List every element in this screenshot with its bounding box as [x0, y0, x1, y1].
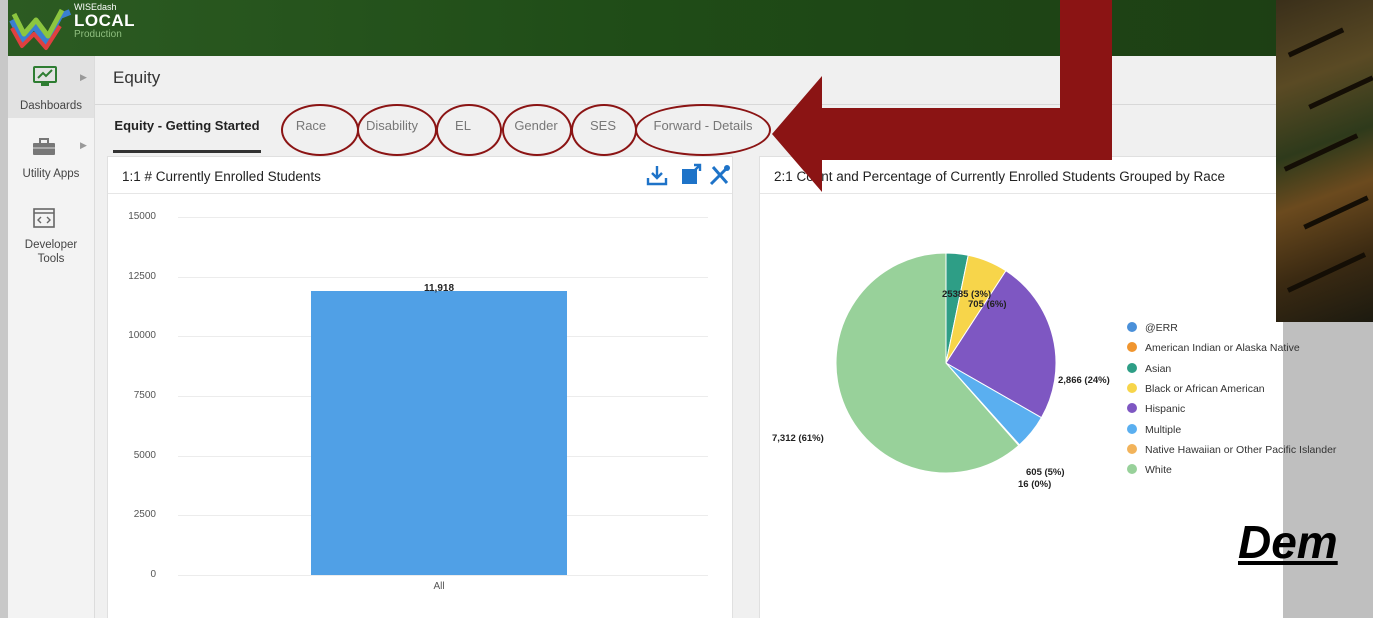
bar[interactable] — [311, 290, 567, 575]
legend-label: Native Hawaiian or Other Pacific Islande… — [1145, 443, 1337, 456]
y-tick-label: 2500 — [133, 509, 156, 521]
pie-data-label: 605 (5%) — [1026, 467, 1065, 478]
legend-label: Multiple — [1145, 423, 1182, 436]
photo-stripe — [1308, 75, 1373, 110]
legend-swatch — [1127, 443, 1137, 454]
legend-swatch — [1127, 423, 1137, 434]
code-icon — [33, 208, 55, 228]
photo-stripe — [1283, 133, 1359, 172]
photo-stripe — [1286, 252, 1367, 293]
tiger-photo — [1276, 0, 1373, 322]
legend-label: White — [1145, 464, 1172, 477]
x-tick-label: All — [433, 581, 445, 592]
bar-value-label: 11,918 — [423, 282, 455, 294]
sidebar-item-label: Utility Apps — [22, 168, 80, 180]
legend-swatch — [1127, 362, 1137, 373]
page-title: Equity — [113, 68, 161, 87]
gridline — [178, 276, 708, 278]
legend-item[interactable]: Hispanic — [1127, 403, 1185, 415]
photo-stripe — [1287, 27, 1345, 58]
app-window: WISEdash LOCAL Production ▶ Dashboards ▶… — [8, 0, 1283, 618]
pie-data-label: 7,312 (61%) — [772, 433, 824, 444]
panel-enrolled-students: 1:1 # Currently Enrolled Students 15000 1… — [107, 156, 733, 618]
sidebar-item-developer-tools[interactable]: Developer Tools — [8, 204, 94, 274]
legend-swatch — [1127, 342, 1137, 353]
demo-title-text: Dem — [1238, 516, 1338, 568]
sidebar-item-label: Dashboards — [19, 100, 82, 112]
annotation-circle — [281, 104, 359, 156]
gridline — [178, 575, 708, 576]
tab-bar: Equity - Getting Started Race Disability… — [95, 104, 1283, 156]
left-edge-strip — [0, 0, 8, 618]
logo-text: WISEdash LOCAL Production — [74, 3, 135, 40]
y-tick-label: 15000 — [128, 211, 156, 222]
y-tick-label: 5000 — [133, 449, 156, 461]
main-content: Equity Equity - Getting Started Race Dis… — [95, 56, 1283, 618]
legend-item[interactable]: @ERR — [1127, 322, 1178, 334]
pie-data-label: 16 (0%) — [1018, 479, 1052, 490]
legend-item[interactable]: Multiple — [1127, 423, 1182, 436]
legend-swatch — [1127, 403, 1137, 414]
chevron-right-icon: ▶ — [80, 140, 87, 150]
y-tick-label: 12500 — [128, 270, 156, 282]
legend-label: American Indian or Alaska Native — [1145, 342, 1300, 355]
y-tick-label: 7500 — [133, 390, 156, 401]
annotation-circle — [502, 104, 572, 156]
y-tick-label: 0 — [150, 569, 156, 580]
legend-item[interactable]: White — [1127, 464, 1172, 476]
legend-item[interactable]: American Indian or Alaska Native — [1127, 342, 1300, 354]
toolbox-icon — [33, 138, 55, 155]
sidebar: ▶ Dashboards ▶ Utility Apps Developer To… — [8, 56, 95, 618]
annotation-circle — [571, 104, 637, 156]
legend-label: Asian — [1145, 362, 1172, 375]
annotation-circle — [635, 104, 771, 156]
bar-chart: 15000 12500 10000 7500 5000 2500 0 11,918 All — [108, 157, 732, 618]
gridline — [178, 217, 708, 218]
legend-swatch — [1127, 464, 1137, 475]
legend-item[interactable]: Asian — [1127, 362, 1172, 375]
tab-equity-getting-started[interactable]: Equity - Getting Started — [113, 114, 261, 153]
y-tick-label: 10000 — [128, 330, 156, 342]
logo-environment: Production — [74, 29, 122, 40]
legend-label: Black or African American — [1145, 382, 1265, 395]
sidebar-item-utility-apps[interactable]: ▶ Utility Apps — [8, 134, 94, 184]
legend-label: @ERR — [1145, 322, 1178, 334]
pie-data-label: 705 (6%) — [968, 299, 1007, 310]
logo-edition: LOCAL — [74, 11, 136, 30]
pie-data-label: 2,866 (24%) — [1058, 375, 1110, 386]
legend-swatch — [1127, 322, 1137, 332]
wisedash-logo[interactable] — [8, 6, 74, 52]
photo-stripe — [1303, 195, 1369, 230]
chevron-right-icon: ▶ — [80, 72, 87, 82]
legend-swatch — [1127, 382, 1137, 393]
chart-monitor-icon — [33, 66, 57, 86]
legend-item[interactable]: Black or African American — [1127, 382, 1265, 395]
annotation-circle — [357, 104, 437, 156]
sidebar-item-label: Developer Tools — [24, 239, 78, 265]
legend-item[interactable]: Native Hawaiian or Other Pacific Islande… — [1127, 443, 1337, 456]
top-bar: WISEdash LOCAL Production — [8, 0, 1283, 56]
sidebar-item-dashboards[interactable]: ▶ Dashboards — [8, 56, 94, 118]
legend-label: Hispanic — [1145, 403, 1186, 416]
annotation-circle — [436, 104, 502, 156]
